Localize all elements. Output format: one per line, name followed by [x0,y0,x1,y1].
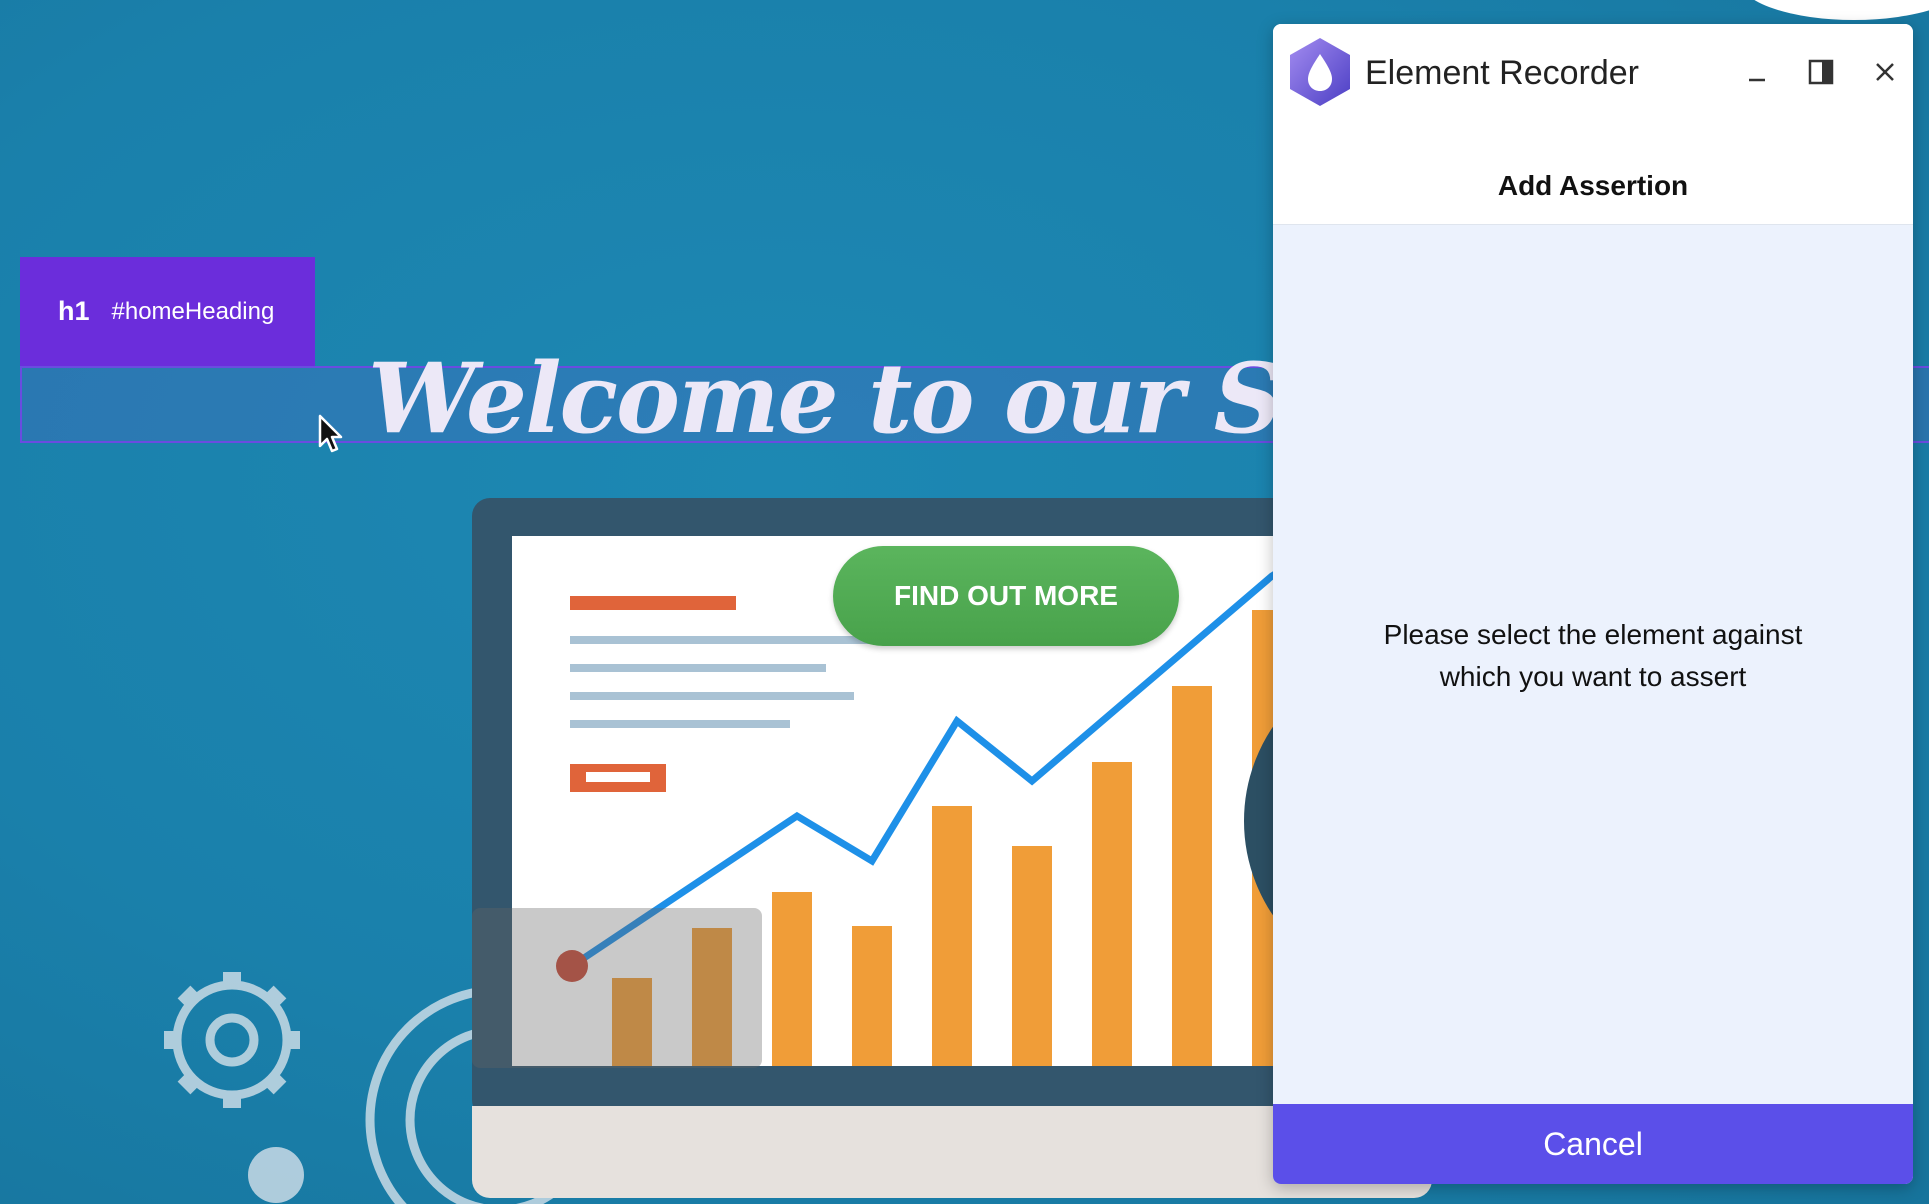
dock-panel-icon [1808,59,1834,85]
element-recorder-panel: Element Recorder Add Assertion Please se… [1273,24,1913,1184]
recorder-titlebar: Element Recorder [1273,24,1913,124]
minimize-button[interactable] [1737,52,1777,92]
recorder-logo-icon [1290,38,1350,106]
instruction-line-2: which you want to assert [1439,661,1747,692]
overlay-panel [472,908,762,1068]
minimize-icon [1749,78,1765,82]
close-icon [1876,63,1894,81]
element-tag-name: h1 [58,296,90,326]
element-selector: #homeHeading [111,297,275,325]
recorder-subheader: Add Assertion [1273,124,1913,225]
assertion-instruction: Please select the element against which … [1273,614,1913,698]
cursor-arrow-icon [318,414,343,453]
recorder-title: Element Recorder [1365,54,1640,92]
add-assertion-title: Add Assertion [1497,170,1689,201]
dock-panel-button[interactable] [1801,52,1841,92]
element-inspector-tag: h1 #homeHeading [20,257,315,366]
find-out-more-button[interactable]: FIND OUT MORE [833,546,1179,646]
close-button[interactable] [1865,52,1905,92]
background-shape [1739,0,1929,20]
instruction-line-1: Please select the element against [1383,619,1803,650]
cancel-button[interactable]: Cancel [1273,1104,1913,1184]
